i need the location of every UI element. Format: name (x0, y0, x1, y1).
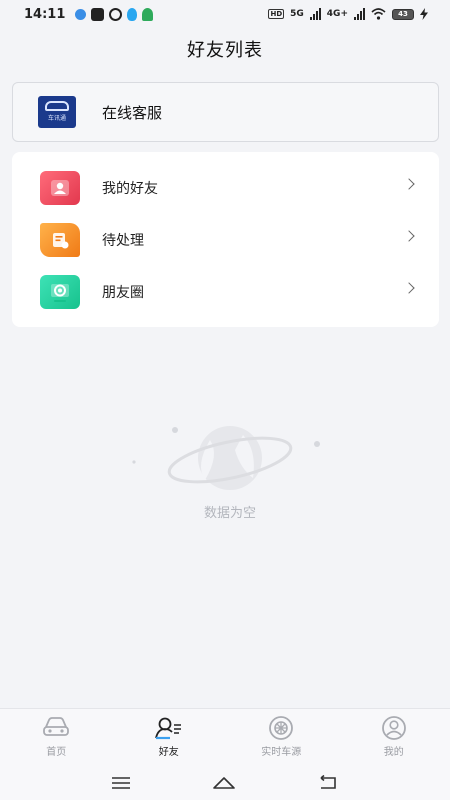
home-icon[interactable] (212, 775, 236, 791)
tab-label: 我的 (383, 747, 404, 758)
hd-icon: HD (268, 9, 285, 19)
network-5g-label: 5G (290, 9, 304, 19)
online-service-label: 在线客服 (102, 103, 163, 122)
tab-mine[interactable]: 我的 (338, 709, 450, 766)
status-time: 14:11 (24, 6, 66, 22)
tab-live-cars[interactable]: 实时车源 (225, 709, 338, 766)
chevron-right-icon (403, 178, 415, 190)
signal-icon-2 (354, 8, 365, 20)
person-app-icon (142, 7, 154, 21)
status-right: HD 5G 4G+ 43 (268, 8, 428, 20)
video-app-icon (91, 7, 105, 21)
menu-item-pending[interactable]: 待处理 (12, 214, 439, 266)
moments-icon (40, 275, 80, 309)
back-icon[interactable] (317, 775, 339, 791)
scroll-edit-icon (40, 223, 80, 257)
page-title: 好友列表 (187, 40, 263, 61)
menu-card: 我的好友 待处理 朋友圈 (12, 152, 439, 327)
menu-icon[interactable] (111, 776, 131, 790)
wheel-icon (266, 715, 296, 741)
user-icon (379, 715, 409, 741)
qq-icon (127, 7, 138, 21)
network-4g-label: 4G+ (326, 9, 348, 19)
tab-home[interactable]: 首页 (0, 709, 113, 766)
online-service-button[interactable]: 车讯通 在线客服 (12, 82, 439, 142)
menu-item-label: 我的好友 (102, 181, 158, 197)
friends-icon (154, 715, 184, 741)
battery-icon: 43 (392, 8, 414, 20)
wifi-icon (371, 8, 386, 20)
service-logo-text: 车讯通 (47, 114, 66, 122)
menu-item-my-friends[interactable]: 我的好友 (12, 162, 439, 214)
link-app-icon (109, 7, 123, 21)
tab-label: 实时车源 (261, 747, 302, 758)
empty-planet-icon (132, 426, 320, 490)
tab-label: 首页 (46, 747, 67, 758)
service-logo-icon: 车讯通 (38, 96, 76, 128)
contact-card-icon (40, 171, 80, 205)
tab-friends[interactable]: 好友 (113, 709, 226, 766)
signal-icon (309, 8, 321, 20)
chevron-right-icon (403, 282, 415, 294)
car-icon (41, 715, 71, 741)
empty-state: 数据为空 (125, 420, 335, 530)
charging-icon (420, 8, 428, 20)
menu-item-label: 待处理 (102, 233, 144, 249)
tab-bar: 首页 好友 实时车源 我的 (0, 708, 450, 766)
menu-item-label: 朋友圈 (102, 285, 144, 301)
tab-label: 好友 (158, 747, 179, 758)
notification-icons (75, 7, 154, 21)
menu-item-moments[interactable]: 朋友圈 (12, 266, 439, 318)
browser-icon (75, 8, 87, 20)
chevron-right-icon (403, 230, 415, 242)
empty-state-text: 数据为空 (203, 506, 256, 521)
system-nav-bar (0, 766, 450, 800)
status-bar: 14:11 HD 5G 4G+ 43 (0, 0, 450, 28)
